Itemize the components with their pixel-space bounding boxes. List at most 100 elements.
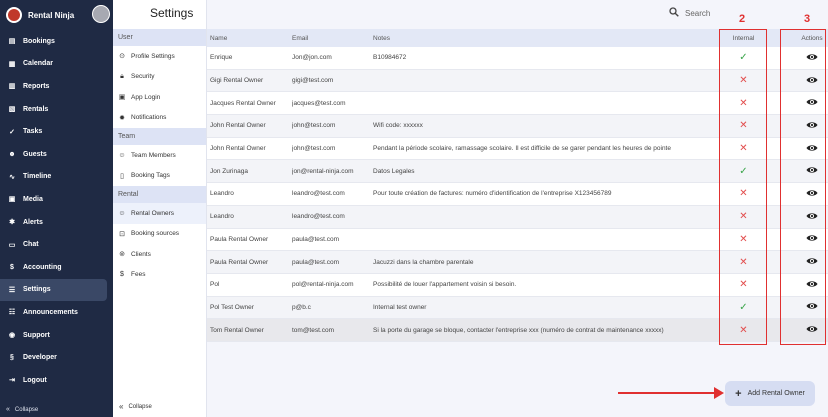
add-rental-owner-label: Add Rental Owner [747, 390, 805, 397]
timeline-icon: ∿ [9, 173, 15, 181]
double-chevron-left-icon: « [6, 406, 10, 413]
cell-notes: Jacuzzi dans la chambre parentale [373, 258, 474, 266]
nav-item-settings[interactable]: ☰ Settings [0, 278, 107, 302]
search-label: Search [685, 8, 711, 18]
submenu-item-label: Fees [131, 271, 146, 279]
submenu-item-label: Clients [131, 250, 151, 258]
cell-name: Enrique [210, 54, 233, 62]
submenu-section-rental: Rental [113, 186, 206, 203]
submenu-item-label: Team Members [131, 151, 176, 159]
sidebar-collapse-label: Collapse [14, 406, 39, 413]
submenu-item-booking-sources[interactable]: ⊡ Booking sources [113, 224, 206, 245]
nav-item-label: Calendar [23, 60, 53, 68]
cell-notes: Possibilité de louer l'appartement voisi… [373, 281, 517, 289]
search-button[interactable]: Search [669, 7, 710, 19]
annotation-arrow [618, 387, 724, 399]
nav-item-guests[interactable]: ☻ Guests [0, 143, 107, 166]
nav-item-label: Announcements [23, 308, 78, 316]
cell-notes: Datos Legales [373, 167, 415, 175]
nav-item-alerts[interactable]: ✱ Alerts [0, 211, 107, 234]
sidebar-collapse-button[interactable]: « Collapse [6, 406, 38, 413]
cell-email: jon@rental-ninja.com [292, 167, 354, 175]
submenu-item-fees[interactable]: $ Fees [113, 265, 206, 286]
developer-icon: § [10, 354, 14, 362]
cell-notes: Si la porte du garage se bloque, contact… [373, 326, 664, 334]
announcements-icon: ☷ [8, 309, 16, 317]
nav-item-label: Bookings [23, 37, 55, 45]
submenu-collapse-label: Collapse [128, 403, 152, 410]
nav-item-label: Alerts [23, 218, 43, 226]
cell-email: p@b.c [292, 303, 311, 311]
annotation-box-internal [719, 29, 767, 345]
alerts-icon: ✱ [9, 219, 15, 227]
cell-email: john@test.com [292, 145, 336, 153]
settings-submenu: User ⊙ Profile Settings 🔒︎ Security ▣ App Logi… [113, 0, 207, 417]
nav-item-label: Tasks [23, 128, 43, 136]
submenu-item-label: Booking sources [131, 230, 180, 238]
security-icon: 🔒︎ [120, 72, 124, 80]
cell-email: leandro@test.com [292, 190, 345, 198]
submenu-item-booking-tags[interactable]: ▯ Booking Tags [113, 166, 206, 187]
nav-item-reports[interactable]: ▥ Reports [0, 75, 107, 98]
submenu-item-rental-owners[interactable]: ☺ Rental Owners [113, 203, 206, 224]
header-name[interactable]: Name [207, 35, 292, 42]
submenu-item-security[interactable]: 🔒︎ Security [113, 67, 206, 88]
nav-item-label: Support [23, 331, 50, 339]
nav-item-bookings[interactable]: ▤ Bookings [0, 30, 107, 53]
logout-icon: ⇥ [9, 377, 15, 385]
cell-name: Paula Rental Owner [210, 258, 269, 266]
submenu-item-app-login[interactable]: ▣ App Login [113, 87, 206, 108]
support-icon: ◉ [8, 332, 16, 340]
bookings-icon: ▤ [8, 38, 16, 46]
add-rental-owner-button[interactable]: + Add Rental Owner [725, 381, 815, 406]
clients-icon: ⊚ [119, 251, 125, 259]
submenu-collapse-button[interactable]: « Collapse [119, 402, 152, 411]
cell-email: tom@test.com [292, 326, 334, 334]
nav-item-rentals[interactable]: ▧ Rentals [0, 98, 107, 121]
cell-email: leandro@test.com [292, 213, 345, 221]
nav-item-label: Reports [23, 82, 50, 90]
cell-notes: B10984672 [373, 54, 407, 62]
search-icon [669, 7, 679, 19]
nav-item-support[interactable]: ◉ Support [0, 324, 107, 347]
submenu-item-clients[interactable]: ⊚ Clients [113, 244, 206, 265]
cell-notes: Pour toute création de factures: numéro … [373, 190, 612, 198]
cell-name: Leandro [210, 213, 234, 221]
submenu-section-team: Team [113, 128, 206, 145]
cell-notes: Pendant la période scolaire, ramassage s… [373, 145, 671, 153]
submenu-item-label: App Login [131, 93, 161, 101]
cell-email: paula@test.com [292, 258, 340, 266]
cell-name: Pol Test Owner [210, 303, 254, 311]
plus-icon: + [735, 387, 742, 400]
cell-name: Gigi Rental Owner [210, 77, 264, 85]
cell-notes: Internal test owner [373, 303, 427, 311]
avatar[interactable] [92, 5, 110, 23]
cell-email: Jon@jon.com [292, 54, 332, 62]
header-email[interactable]: Email [292, 35, 373, 42]
nav-item-label: Guests [23, 150, 47, 158]
annotation-number-actions: 3 [804, 13, 811, 25]
nav-item-media[interactable]: ▣ Media [0, 188, 107, 211]
nav-item-calendar[interactable]: ▦ Calendar [0, 53, 107, 76]
submenu-section-user: User [113, 29, 206, 46]
nav-item-chat[interactable]: ▭ Chat [0, 233, 107, 256]
guests-icon: ☻ [8, 150, 16, 158]
nav-item-tasks[interactable]: ✓ Tasks [0, 120, 107, 143]
nav-item-label: Chat [23, 241, 39, 249]
submenu-item-profile-settings[interactable]: ⊙ Profile Settings [113, 46, 206, 67]
nav-item-logout[interactable]: ⇥ Logout [0, 369, 107, 392]
accounting-icon: $ [10, 263, 14, 271]
nav-item-timeline[interactable]: ∿ Timeline [0, 166, 107, 189]
annotation-box-actions [780, 29, 826, 345]
submenu-item-notifications[interactable]: ✹ Notifications [113, 108, 206, 129]
fees-icon: $ [120, 271, 124, 279]
cell-email: john@test.com [292, 122, 336, 130]
nav-item-developer[interactable]: § Developer [0, 346, 107, 369]
settings-icon: ☰ [8, 286, 16, 294]
cell-email: paula@test.com [292, 235, 340, 243]
submenu-item-team-members[interactable]: ☺ Team Members [113, 145, 206, 166]
cell-email: jacques@test.com [292, 99, 346, 107]
header-notes[interactable]: Notes [373, 35, 721, 42]
nav-item-accounting[interactable]: $ Accounting [0, 256, 107, 279]
nav-item-announcements[interactable]: ☷ Announcements [0, 301, 107, 324]
